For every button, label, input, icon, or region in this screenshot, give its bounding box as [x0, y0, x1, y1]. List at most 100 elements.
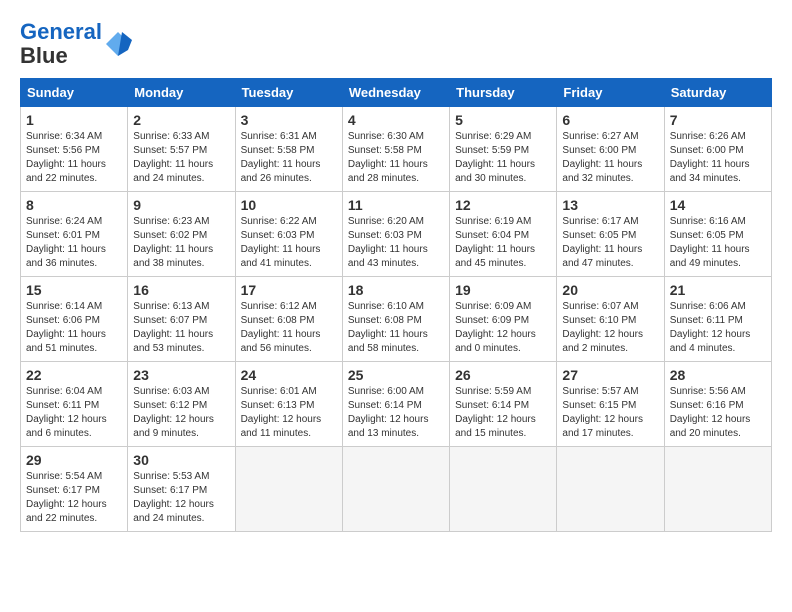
logo-icon — [104, 30, 132, 58]
day-detail: Sunrise: 5:56 AMSunset: 6:16 PMDaylight:… — [670, 385, 766, 441]
day-detail: Sunrise: 6:10 AMSunset: 6:08 PMDaylight:… — [348, 300, 444, 356]
day-number: 28 — [670, 367, 766, 383]
day-detail: Sunrise: 6:20 AMSunset: 6:03 PMDaylight:… — [348, 215, 444, 271]
day-number: 18 — [348, 282, 444, 298]
calendar-cell: 5 Sunrise: 6:29 AMSunset: 5:59 PMDayligh… — [450, 107, 557, 192]
calendar-table: SundayMondayTuesdayWednesdayThursdayFrid… — [20, 78, 772, 532]
day-number: 29 — [26, 452, 122, 468]
day-number: 6 — [562, 112, 658, 128]
calendar-cell — [235, 447, 342, 532]
day-number: 24 — [241, 367, 337, 383]
calendar-cell: 7 Sunrise: 6:26 AMSunset: 6:00 PMDayligh… — [664, 107, 771, 192]
day-number: 22 — [26, 367, 122, 383]
day-number: 27 — [562, 367, 658, 383]
day-detail: Sunrise: 6:13 AMSunset: 6:07 PMDaylight:… — [133, 300, 229, 356]
calendar-cell: 24 Sunrise: 6:01 AMSunset: 6:13 PMDaylig… — [235, 362, 342, 447]
calendar-cell: 13 Sunrise: 6:17 AMSunset: 6:05 PMDaylig… — [557, 192, 664, 277]
calendar-cell — [557, 447, 664, 532]
day-detail: Sunrise: 6:16 AMSunset: 6:05 PMDaylight:… — [670, 215, 766, 271]
calendar-cell: 6 Sunrise: 6:27 AMSunset: 6:00 PMDayligh… — [557, 107, 664, 192]
header-cell-thursday: Thursday — [450, 79, 557, 107]
calendar-cell: 18 Sunrise: 6:10 AMSunset: 6:08 PMDaylig… — [342, 277, 449, 362]
calendar-week-4: 29 Sunrise: 5:54 AMSunset: 6:17 PMDaylig… — [21, 447, 772, 532]
day-number: 21 — [670, 282, 766, 298]
calendar-cell — [342, 447, 449, 532]
day-detail: Sunrise: 6:26 AMSunset: 6:00 PMDaylight:… — [670, 130, 766, 186]
day-detail: Sunrise: 6:24 AMSunset: 6:01 PMDaylight:… — [26, 215, 122, 271]
calendar-cell: 19 Sunrise: 6:09 AMSunset: 6:09 PMDaylig… — [450, 277, 557, 362]
page-header: GeneralBlue — [20, 20, 772, 68]
calendar-cell: 11 Sunrise: 6:20 AMSunset: 6:03 PMDaylig… — [342, 192, 449, 277]
day-number: 9 — [133, 197, 229, 213]
calendar-cell: 30 Sunrise: 5:53 AMSunset: 6:17 PMDaylig… — [128, 447, 235, 532]
calendar-cell: 10 Sunrise: 6:22 AMSunset: 6:03 PMDaylig… — [235, 192, 342, 277]
day-detail: Sunrise: 6:23 AMSunset: 6:02 PMDaylight:… — [133, 215, 229, 271]
calendar-cell: 8 Sunrise: 6:24 AMSunset: 6:01 PMDayligh… — [21, 192, 128, 277]
calendar-cell: 3 Sunrise: 6:31 AMSunset: 5:58 PMDayligh… — [235, 107, 342, 192]
header-cell-tuesday: Tuesday — [235, 79, 342, 107]
day-detail: Sunrise: 6:12 AMSunset: 6:08 PMDaylight:… — [241, 300, 337, 356]
day-number: 30 — [133, 452, 229, 468]
calendar-cell: 15 Sunrise: 6:14 AMSunset: 6:06 PMDaylig… — [21, 277, 128, 362]
header-cell-monday: Monday — [128, 79, 235, 107]
day-detail: Sunrise: 6:31 AMSunset: 5:58 PMDaylight:… — [241, 130, 337, 186]
day-number: 26 — [455, 367, 551, 383]
calendar-cell: 2 Sunrise: 6:33 AMSunset: 5:57 PMDayligh… — [128, 107, 235, 192]
day-number: 3 — [241, 112, 337, 128]
day-detail: Sunrise: 6:17 AMSunset: 6:05 PMDaylight:… — [562, 215, 658, 271]
day-number: 17 — [241, 282, 337, 298]
day-number: 2 — [133, 112, 229, 128]
day-number: 7 — [670, 112, 766, 128]
logo-text: GeneralBlue — [20, 20, 102, 68]
calendar-cell: 25 Sunrise: 6:00 AMSunset: 6:14 PMDaylig… — [342, 362, 449, 447]
day-detail: Sunrise: 6:22 AMSunset: 6:03 PMDaylight:… — [241, 215, 337, 271]
day-number: 25 — [348, 367, 444, 383]
day-number: 12 — [455, 197, 551, 213]
calendar-cell: 22 Sunrise: 6:04 AMSunset: 6:11 PMDaylig… — [21, 362, 128, 447]
day-number: 20 — [562, 282, 658, 298]
day-detail: Sunrise: 6:06 AMSunset: 6:11 PMDaylight:… — [670, 300, 766, 356]
calendar-cell — [664, 447, 771, 532]
logo: GeneralBlue — [20, 20, 132, 68]
day-detail: Sunrise: 6:14 AMSunset: 6:06 PMDaylight:… — [26, 300, 122, 356]
day-detail: Sunrise: 6:19 AMSunset: 6:04 PMDaylight:… — [455, 215, 551, 271]
calendar-week-2: 15 Sunrise: 6:14 AMSunset: 6:06 PMDaylig… — [21, 277, 772, 362]
day-number: 5 — [455, 112, 551, 128]
calendar-cell: 12 Sunrise: 6:19 AMSunset: 6:04 PMDaylig… — [450, 192, 557, 277]
day-detail: Sunrise: 6:03 AMSunset: 6:12 PMDaylight:… — [133, 385, 229, 441]
day-detail: Sunrise: 5:57 AMSunset: 6:15 PMDaylight:… — [562, 385, 658, 441]
header-cell-wednesday: Wednesday — [342, 79, 449, 107]
day-number: 13 — [562, 197, 658, 213]
day-detail: Sunrise: 5:59 AMSunset: 6:14 PMDaylight:… — [455, 385, 551, 441]
day-number: 23 — [133, 367, 229, 383]
day-number: 11 — [348, 197, 444, 213]
header-cell-sunday: Sunday — [21, 79, 128, 107]
day-detail: Sunrise: 6:33 AMSunset: 5:57 PMDaylight:… — [133, 130, 229, 186]
calendar-cell: 29 Sunrise: 5:54 AMSunset: 6:17 PMDaylig… — [21, 447, 128, 532]
day-detail: Sunrise: 6:27 AMSunset: 6:00 PMDaylight:… — [562, 130, 658, 186]
day-number: 8 — [26, 197, 122, 213]
day-number: 4 — [348, 112, 444, 128]
calendar-week-1: 8 Sunrise: 6:24 AMSunset: 6:01 PMDayligh… — [21, 192, 772, 277]
day-number: 16 — [133, 282, 229, 298]
day-detail: Sunrise: 6:04 AMSunset: 6:11 PMDaylight:… — [26, 385, 122, 441]
calendar-cell: 1 Sunrise: 6:34 AMSunset: 5:56 PMDayligh… — [21, 107, 128, 192]
day-detail: Sunrise: 6:34 AMSunset: 5:56 PMDaylight:… — [26, 130, 122, 186]
calendar-cell: 17 Sunrise: 6:12 AMSunset: 6:08 PMDaylig… — [235, 277, 342, 362]
calendar-cell — [450, 447, 557, 532]
day-detail: Sunrise: 6:00 AMSunset: 6:14 PMDaylight:… — [348, 385, 444, 441]
day-number: 15 — [26, 282, 122, 298]
day-number: 19 — [455, 282, 551, 298]
calendar-cell: 28 Sunrise: 5:56 AMSunset: 6:16 PMDaylig… — [664, 362, 771, 447]
header-row: SundayMondayTuesdayWednesdayThursdayFrid… — [21, 79, 772, 107]
calendar-cell: 21 Sunrise: 6:06 AMSunset: 6:11 PMDaylig… — [664, 277, 771, 362]
day-detail: Sunrise: 5:54 AMSunset: 6:17 PMDaylight:… — [26, 470, 122, 526]
calendar-week-3: 22 Sunrise: 6:04 AMSunset: 6:11 PMDaylig… — [21, 362, 772, 447]
day-detail: Sunrise: 6:29 AMSunset: 5:59 PMDaylight:… — [455, 130, 551, 186]
day-detail: Sunrise: 6:01 AMSunset: 6:13 PMDaylight:… — [241, 385, 337, 441]
calendar-cell: 20 Sunrise: 6:07 AMSunset: 6:10 PMDaylig… — [557, 277, 664, 362]
day-detail: Sunrise: 6:07 AMSunset: 6:10 PMDaylight:… — [562, 300, 658, 356]
day-detail: Sunrise: 6:30 AMSunset: 5:58 PMDaylight:… — [348, 130, 444, 186]
calendar-cell: 16 Sunrise: 6:13 AMSunset: 6:07 PMDaylig… — [128, 277, 235, 362]
day-detail: Sunrise: 5:53 AMSunset: 6:17 PMDaylight:… — [133, 470, 229, 526]
